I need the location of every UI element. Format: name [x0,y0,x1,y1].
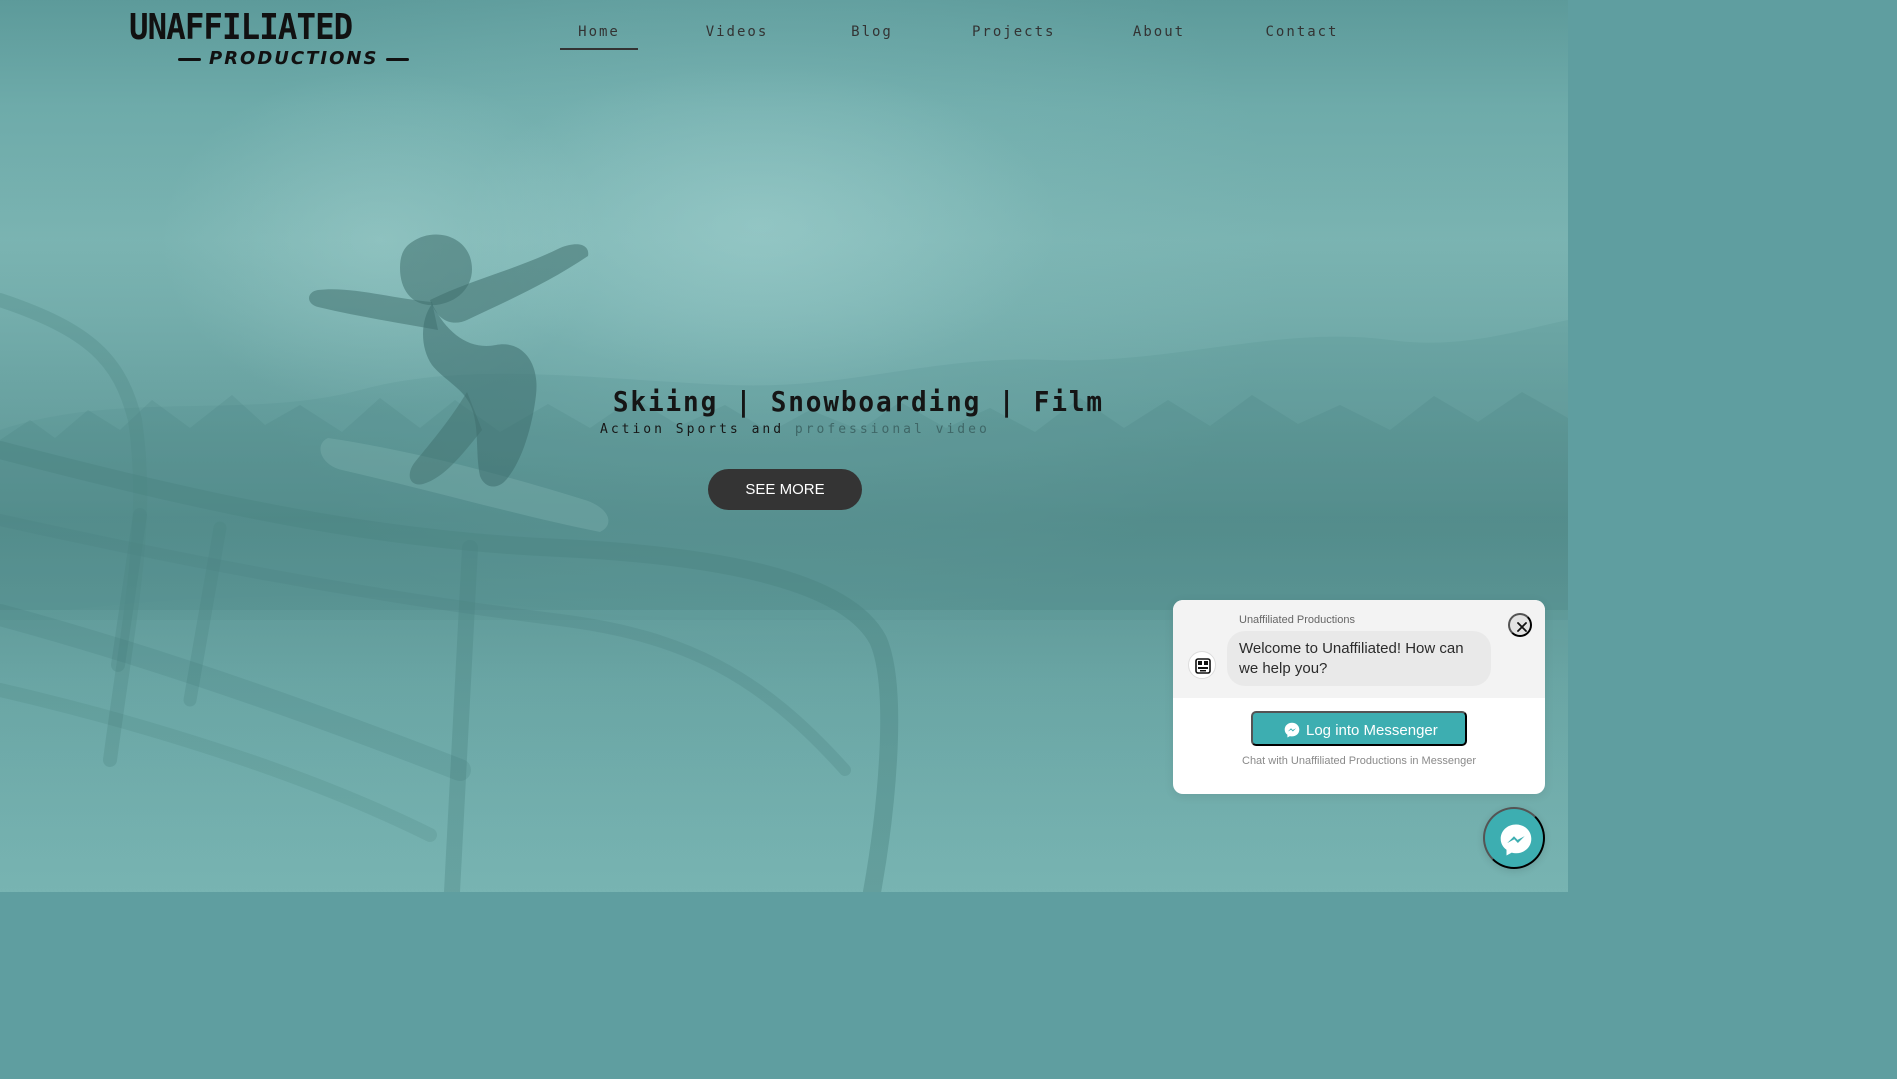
page-avatar-icon [1188,651,1216,679]
hero-subtitle-secondary: professional video [794,422,990,437]
close-icon [1517,622,1527,632]
nav-videos[interactable]: Videos [702,20,772,50]
logo-subline: PRODUCTIONS [178,49,410,69]
hero-content: Skiing | Snowboarding | Film Action Spor… [600,381,1104,440]
logo-top-text: UNAFFILIATED [129,7,353,48]
nav-about[interactable]: About [1124,20,1194,50]
logo-right-rule [386,57,410,61]
nav-contact[interactable]: Contact [1260,20,1344,50]
hero-subtitle-primary: Action Sports and [600,422,785,437]
chat-footer-note: Chat with Unaffiliated Productions in Me… [1242,755,1476,767]
site-logo[interactable]: UNAFFILIATED PRODUCTIONS [129,10,431,72]
logo-left-rule [178,57,201,61]
chat-welcome-message: Welcome to Unaffiliated! How can we help… [1227,631,1491,686]
logo-bottom-text: PRODUCTIONS [209,48,379,69]
log-into-messenger-label: Log into Messenger [1306,722,1438,739]
nav-blog[interactable]: Blog [842,20,902,50]
nav-projects[interactable]: Projects [972,20,1053,50]
nav-home[interactable]: Home [560,20,638,50]
log-into-messenger-button[interactable]: Log into Messenger [1251,711,1467,746]
close-chat-button[interactable] [1508,613,1532,637]
hero-subtitle: Action Sports and professional video [600,420,987,440]
site-header: UNAFFILIATED PRODUCTIONS Home Videos Blo… [0,0,1568,80]
messenger-icon [1284,722,1300,738]
chat-page-name: Unaffiliated Productions [1239,614,1355,626]
messenger-launcher-button[interactable] [1483,807,1545,869]
messenger-chat-card: Unaffiliated Productions Welcome to Unaf… [1173,600,1545,794]
see-more-button[interactable]: SEE MORE [708,469,862,510]
messenger-icon [1500,824,1532,856]
hero-title: Skiing | Snowboarding | Film [612,385,1104,418]
